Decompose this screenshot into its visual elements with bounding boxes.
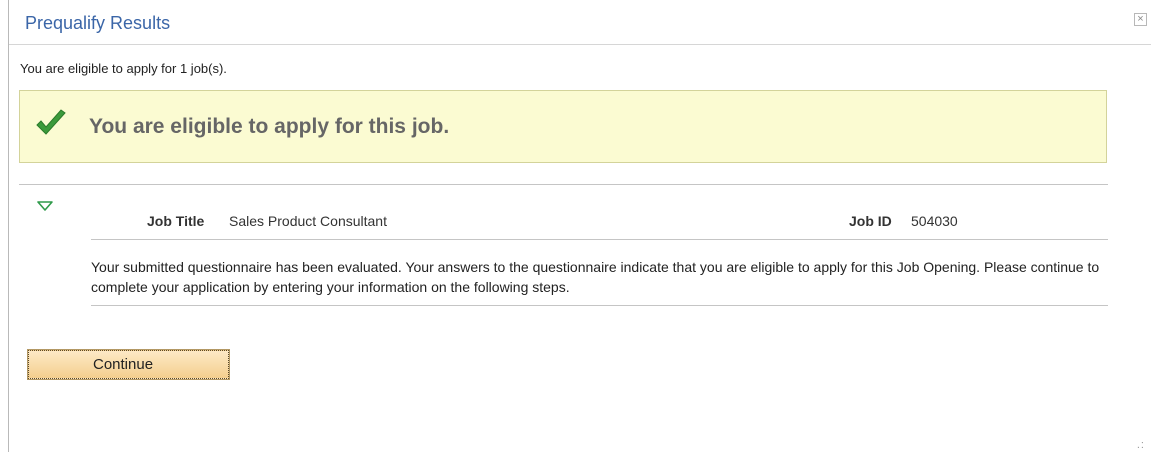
- collapse-triangle-icon[interactable]: [37, 201, 53, 211]
- eligibility-banner: You are eligible to apply for this job.: [19, 90, 1107, 163]
- divider: [91, 239, 1108, 240]
- resize-grip-icon[interactable]: .:: [1137, 440, 1145, 451]
- dialog-title: Prequalify Results: [25, 13, 171, 33]
- dialog-titlebar: Prequalify Results: [9, 0, 1151, 45]
- continue-button[interactable]: Continue: [27, 349, 230, 380]
- job-id-value: 504030: [911, 213, 958, 229]
- divider: [19, 184, 1108, 185]
- evaluation-description: Your submitted questionnaire has been ev…: [91, 259, 1100, 295]
- eligibility-summary: You are eligible to apply for 1 job(s).: [20, 61, 227, 76]
- eligibility-message: You are eligible to apply for this job.: [89, 115, 450, 138]
- job-title-label: Job Title: [147, 213, 205, 229]
- job-title-value: Sales Product Consultant: [229, 213, 387, 229]
- close-icon[interactable]: ×: [1134, 13, 1147, 26]
- divider: [91, 305, 1108, 306]
- job-id-label: Job ID: [849, 213, 892, 229]
- prequalify-results-dialog: Prequalify Results You are eligible to a…: [8, 0, 1151, 452]
- checkmark-icon: [36, 109, 66, 135]
